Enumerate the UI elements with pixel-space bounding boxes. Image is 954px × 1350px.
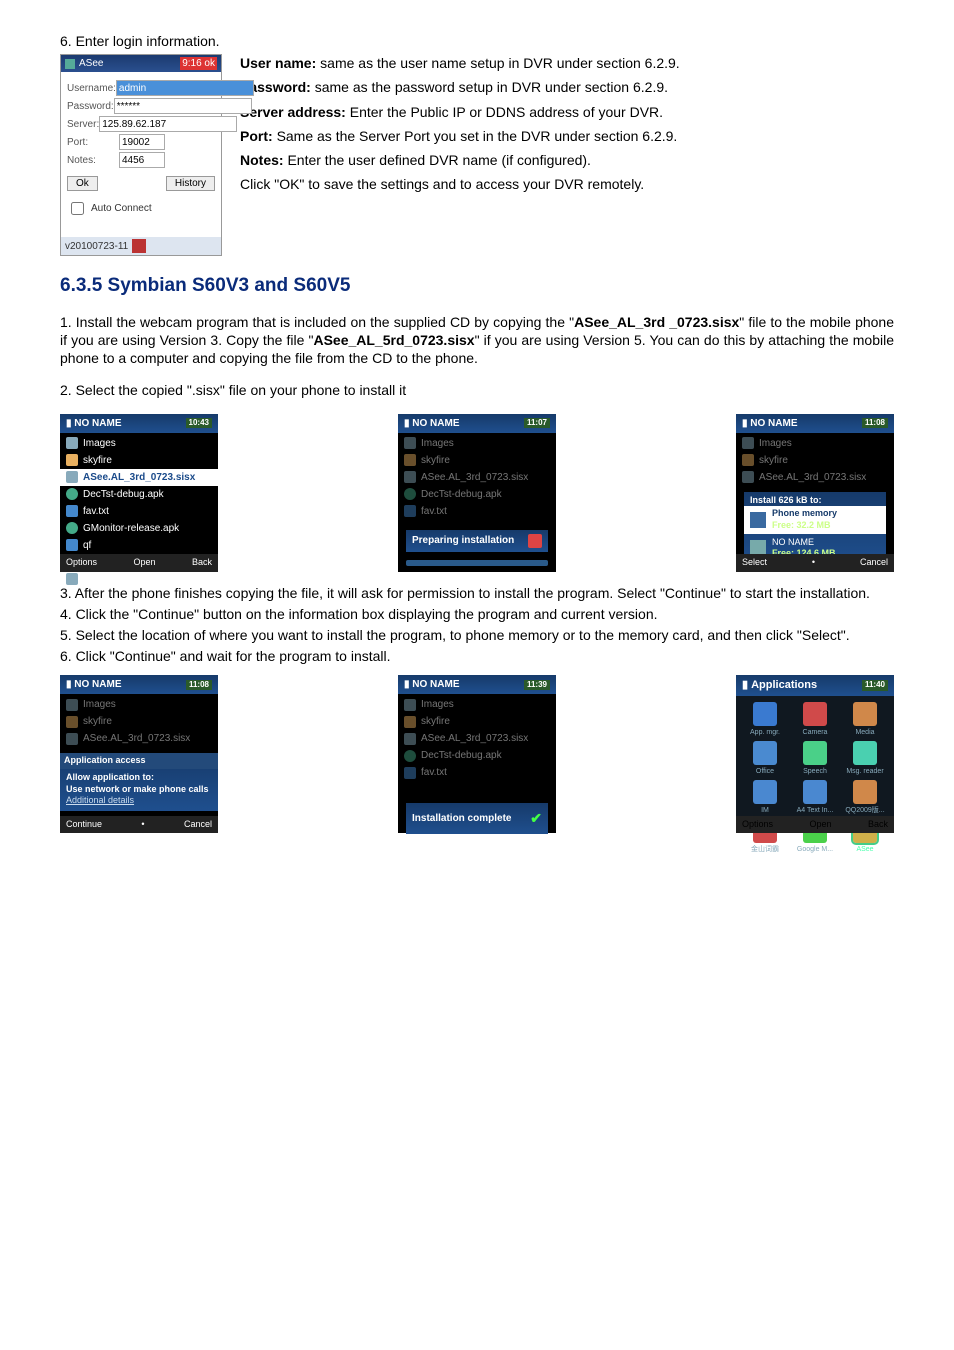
phone-shot-app-access: ▮ NO NAME11:08 Images skyfire ASee.AL_3r… — [60, 675, 218, 833]
ok-button[interactable]: Ok — [67, 176, 98, 191]
history-button[interactable]: History — [166, 176, 215, 191]
sym-step-2: 2. Select the copied ".sisx" file on you… — [60, 381, 894, 399]
auto-connect-checkbox[interactable] — [71, 202, 84, 215]
asee-screenshot: ASee9:16 ok Username: Password: Server: … — [60, 54, 222, 256]
gear-icon — [528, 534, 542, 548]
phone-shot-applications: ▮ Applications11:40 App. mgr. Camera Med… — [736, 675, 894, 833]
sym-step-1: 1. Install the webcam program that is in… — [60, 313, 894, 368]
username-input[interactable] — [116, 80, 254, 96]
phone-shot-install-target: ▮ NO NAME11:08 Images skyfire ASee.AL_3r… — [736, 414, 894, 572]
notes-input[interactable] — [119, 152, 165, 168]
check-icon: ✔ — [530, 809, 542, 827]
phone-shot-install-complete: ▮ NO NAME11:39 Images skyfire ASee.AL_3r… — [398, 675, 556, 833]
section-heading: 6.3.5 Symbian S60V3 and S60V5 — [60, 274, 894, 299]
phone-shot-filelist: ▮ NO NAME10:43 Images skyfire ASee.AL_3r… — [60, 414, 218, 572]
steps-3-6: 3. After the phone finishes copying the … — [60, 584, 894, 666]
port-input[interactable] — [119, 134, 165, 150]
server-input[interactable] — [99, 116, 237, 132]
field-notes: User name: same as the user name setup i… — [240, 54, 894, 256]
step-6: 6. Enter login information. — [60, 32, 894, 50]
password-input[interactable] — [114, 98, 252, 114]
phone-shot-preparing: ▮ NO NAME11:07 Images skyfire ASee.AL_3r… — [398, 414, 556, 572]
